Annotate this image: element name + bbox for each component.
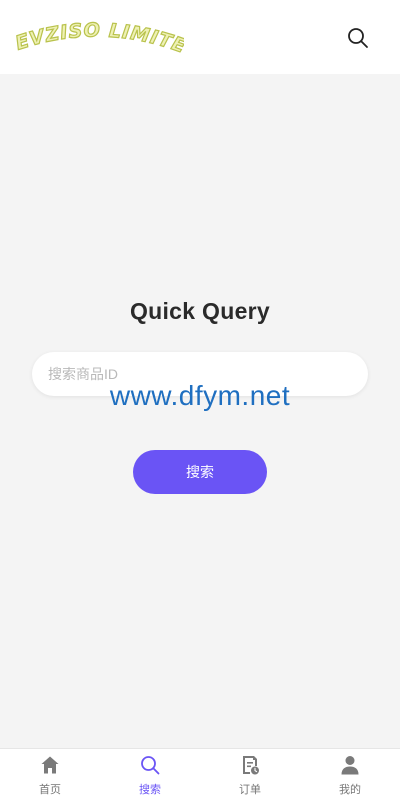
tab-home[interactable]: 首页 [0,749,100,799]
tab-orders-label: 订单 [239,784,261,796]
main-content: Quick Query www.dfym.net 搜索 [0,74,400,748]
tab-orders[interactable]: 订单 [200,749,300,799]
brand-logo[interactable]: EVZISO LIMITED [14,20,184,60]
logo-text: EVZISO LIMITED [14,20,184,59]
tab-search-label: 搜索 [139,784,161,796]
tab-home-label: 首页 [39,784,61,796]
search-icon [348,28,368,48]
home-icon [41,756,59,774]
page-title: Quick Query [129,298,271,324]
search-submit-button[interactable]: 搜索 [133,450,267,494]
tab-profile-label: 我的 [339,784,361,796]
search-icon [141,756,160,775]
tab-search[interactable]: 搜索 [100,749,200,799]
tab-profile[interactable]: 我的 [300,749,400,799]
svg-text:EVZISO LIMITED: EVZISO LIMITED [14,20,184,58]
order-icon [243,756,259,775]
app-header: EVZISO LIMITED [0,0,400,74]
header-search-button[interactable] [344,24,372,52]
user-icon [341,756,359,775]
watermark-text: www.dfym.net [109,380,291,411]
bottom-tab-bar: 首页 搜索 订单 我的 [0,748,400,799]
